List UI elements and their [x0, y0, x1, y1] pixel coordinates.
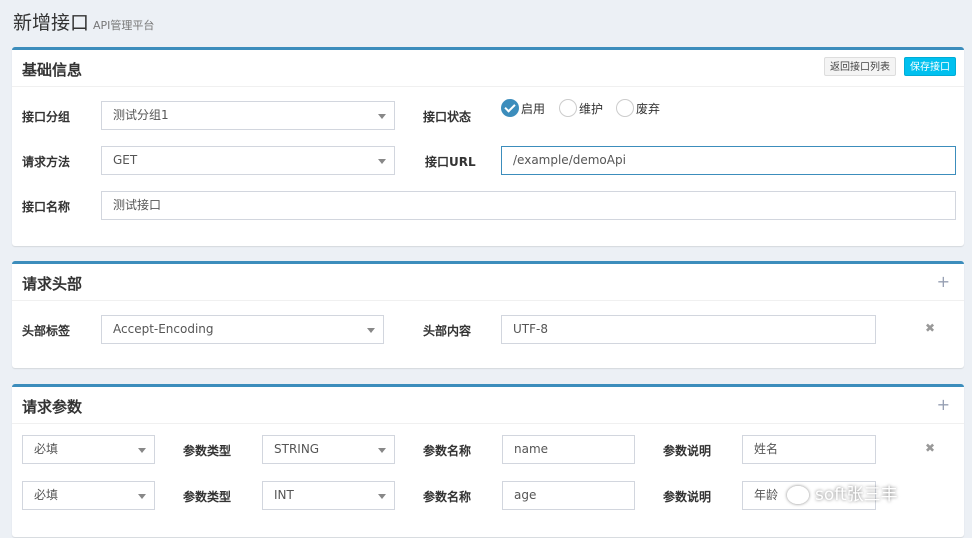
back-to-list-button[interactable]: 返回接口列表 — [824, 57, 896, 76]
radio-unchecked-icon — [559, 99, 577, 117]
header-key-value: Accept-Encoding — [113, 322, 214, 336]
chevron-down-icon — [378, 114, 386, 119]
request-params-panel: 请求参数 + 必填 参数类型 STRING 参数名称 name 参数说明 姓名 … — [12, 384, 964, 537]
status-label: 接口状态 — [423, 110, 472, 124]
chevron-down-icon — [378, 494, 386, 499]
save-api-button[interactable]: 保存接口 — [904, 57, 956, 76]
header-key-select[interactable]: Accept-Encoding — [101, 315, 384, 344]
name-input[interactable]: 测试接口 — [101, 191, 956, 220]
method-select-value: GET — [113, 153, 138, 167]
group-label: 接口分组 — [22, 110, 71, 124]
method-select[interactable]: GET — [101, 146, 395, 175]
param-name-label: 参数名称 — [423, 444, 472, 458]
param-name-value: age — [514, 488, 537, 502]
url-label: 接口URL — [425, 155, 476, 169]
param-desc-label: 参数说明 — [663, 490, 712, 504]
status-radio-maintenance[interactable]: 维护 — [559, 99, 603, 117]
radio-unchecked-icon — [616, 99, 634, 117]
plus-icon[interactable]: + — [937, 272, 950, 291]
chevron-down-icon — [378, 448, 386, 453]
request-headers-title: 请求头部 — [22, 275, 83, 293]
param-name-label: 参数名称 — [423, 490, 472, 504]
param-desc-value: 年龄 — [754, 488, 779, 502]
remove-header-icon[interactable]: ✖ — [925, 321, 935, 335]
group-select[interactable]: 测试分组1 — [101, 101, 395, 130]
basic-info-panel: 基础信息 返回接口列表 保存接口 接口分组 测试分组1 接口状态 请求方法 GE… — [12, 47, 964, 246]
method-label: 请求方法 — [22, 155, 71, 169]
name-input-value: 测试接口 — [113, 198, 162, 212]
basic-info-title: 基础信息 — [22, 61, 83, 79]
name-label: 接口名称 — [22, 200, 71, 214]
url-input-value: /example/demoApi — [513, 153, 626, 167]
param-desc-input[interactable]: 姓名 — [742, 435, 876, 464]
param-type-label: 参数类型 — [183, 490, 232, 504]
status-option-deprecated: 废弃 — [636, 101, 661, 116]
page-title: 新增接口 API管理平台 — [13, 8, 154, 35]
watermark-text: soft张三丰 — [815, 485, 898, 505]
header-value-value: UTF-8 — [513, 322, 548, 336]
wechat-icon — [787, 486, 809, 504]
param-required-value: 必填 — [34, 488, 59, 502]
request-headers-header: 请求头部 + — [12, 264, 964, 301]
radio-checked-icon — [501, 99, 519, 117]
request-headers-panel: 请求头部 + 头部标签 Accept-Encoding 头部内容 UTF-8 ✖ — [12, 261, 964, 368]
param-type-value: STRING — [274, 442, 320, 456]
plus-icon[interactable]: + — [937, 395, 950, 414]
chevron-down-icon — [138, 448, 146, 453]
request-params-title: 请求参数 — [22, 398, 83, 416]
param-name-input[interactable]: age — [502, 481, 635, 510]
param-type-value: INT — [274, 488, 294, 502]
page-title-main: 新增接口 — [13, 12, 90, 34]
request-params-header: 请求参数 + — [12, 387, 964, 424]
group-select-value: 测试分组1 — [113, 108, 169, 122]
page-subtitle: API管理平台 — [93, 19, 155, 32]
chevron-down-icon — [378, 159, 386, 164]
param-type-select[interactable]: INT — [262, 481, 395, 510]
param-name-input[interactable]: name — [502, 435, 635, 464]
chevron-down-icon — [367, 328, 375, 333]
status-radio-deprecated[interactable]: 废弃 — [616, 99, 660, 117]
chevron-down-icon — [138, 494, 146, 499]
param-type-label: 参数类型 — [183, 444, 232, 458]
status-option-maintenance: 维护 — [579, 101, 604, 116]
param-type-select[interactable]: STRING — [262, 435, 395, 464]
remove-param-icon[interactable]: ✖ — [925, 441, 935, 455]
param-name-value: name — [514, 442, 549, 456]
status-radio-enabled[interactable]: 启用 — [501, 99, 545, 117]
param-required-select[interactable]: 必填 — [22, 435, 155, 464]
status-option-enabled: 启用 — [521, 101, 546, 116]
header-key-label: 头部标签 — [22, 324, 71, 338]
header-value-label: 头部内容 — [423, 324, 472, 338]
param-required-value: 必填 — [34, 442, 59, 456]
header-value-input[interactable]: UTF-8 — [501, 315, 876, 344]
basic-info-header: 基础信息 返回接口列表 保存接口 — [12, 50, 964, 87]
param-required-select[interactable]: 必填 — [22, 481, 155, 510]
param-desc-value: 姓名 — [754, 442, 779, 456]
watermark: soft张三丰 — [787, 480, 898, 505]
param-desc-label: 参数说明 — [663, 444, 712, 458]
url-input[interactable]: /example/demoApi — [501, 146, 956, 175]
